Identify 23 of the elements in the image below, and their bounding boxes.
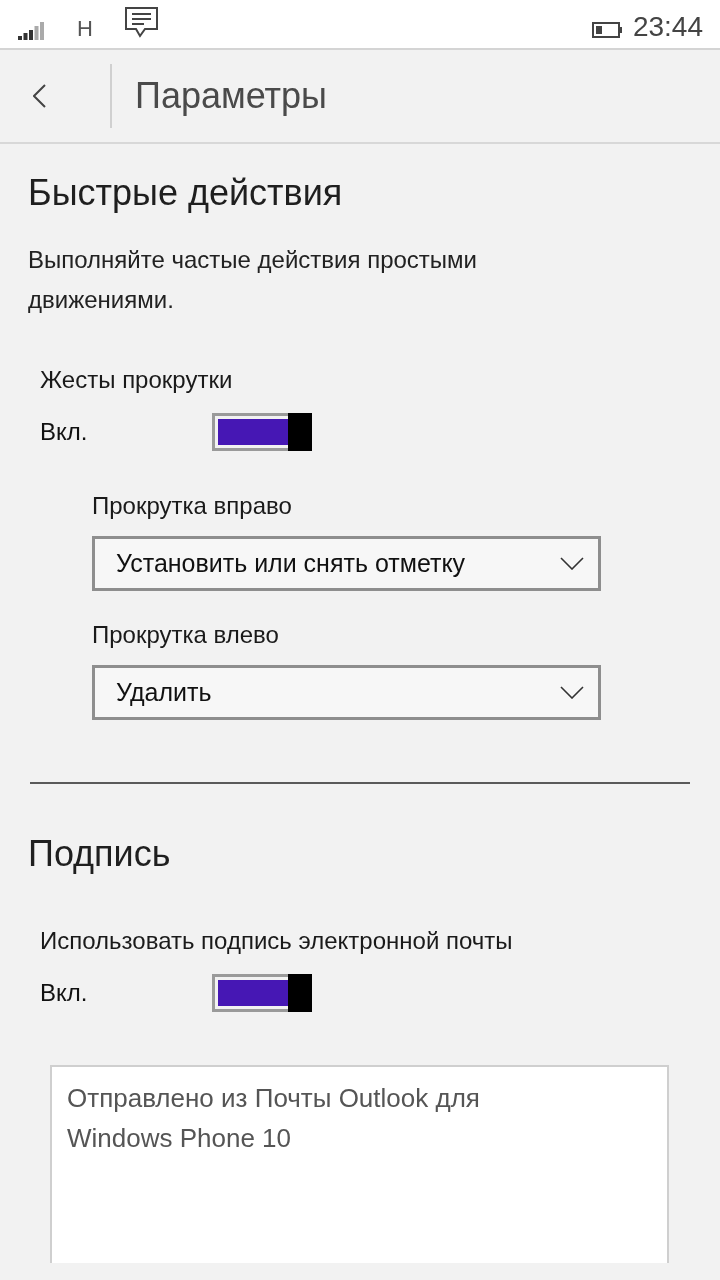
dropdown-label: Прокрутка вправо — [92, 491, 293, 521]
battery-icon — [591, 22, 623, 38]
section-title: Подпись — [28, 832, 172, 876]
section-title: Быстрые действия — [28, 171, 344, 215]
chevron-left-icon — [32, 84, 46, 108]
dropdown[interactable]: Удалить — [92, 665, 601, 720]
clock-time: 23:44 — [632, 10, 703, 44]
network-type: H — [77, 16, 93, 42]
signature-field[interactable]: Отправлено из Почты Outlook для Windows Phone 10 — [50, 1065, 669, 1263]
setting-label: Использовать подпись электронной почты — [40, 926, 514, 956]
chevron-down-icon — [560, 686, 584, 699]
setting-label: Жесты прокрутки — [40, 365, 234, 395]
chevron-down-icon — [560, 557, 584, 570]
toggle-state-label: Вкл. — [40, 417, 89, 447]
message-icon[interactable] — [124, 7, 158, 38]
toggle-state-label: Вкл. — [40, 978, 89, 1008]
toggle-switch[interactable] — [212, 974, 312, 1012]
signal-icon — [18, 22, 45, 40]
dropdown[interactable]: Установить или снять отметку — [92, 536, 601, 591]
section-description: Выполняйте частые действия простыми движениями. — [28, 245, 478, 315]
toggle-switch[interactable] — [212, 413, 312, 451]
dropdown-label: Прокрутка влево — [92, 620, 280, 650]
page-title: Параметры — [135, 74, 327, 118]
